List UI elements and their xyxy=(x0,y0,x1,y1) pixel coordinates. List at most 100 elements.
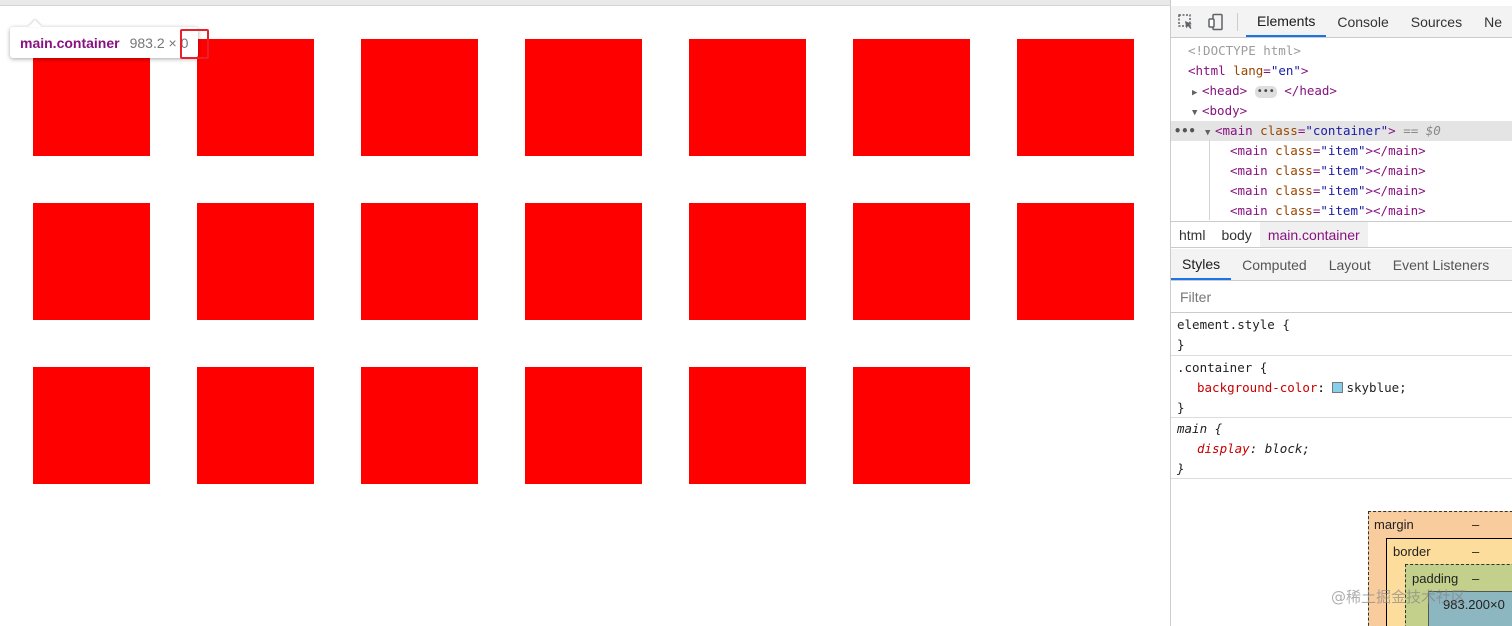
dom-html[interactable]: <html lang="en"> xyxy=(1171,61,1512,81)
item-box xyxy=(1017,39,1134,156)
inspect-element-icon[interactable] xyxy=(1171,7,1201,37)
item-attr-value: "item" xyxy=(1320,163,1366,178)
item-box xyxy=(525,203,642,320)
more-options-icon[interactable]: ••• xyxy=(1174,121,1196,141)
item-close-tag: ></main> xyxy=(1365,143,1426,158)
colon: : xyxy=(1317,380,1333,395)
element-style-selector: element.style { xyxy=(1177,317,1290,332)
item-box xyxy=(197,39,314,156)
tab-styles[interactable]: Styles xyxy=(1171,249,1232,280)
item-box xyxy=(853,39,970,156)
rule-close-brace: } xyxy=(1177,337,1185,352)
item-close-tag: ></main> xyxy=(1365,183,1426,198)
dom-main-item[interactable]: <main class="item"></main> xyxy=(1171,201,1512,220)
tab-console[interactable]: Console xyxy=(1326,6,1399,37)
tooltip-element-name: main.container xyxy=(20,34,120,51)
property-name: background-color xyxy=(1197,380,1318,395)
html-gt: > xyxy=(1300,63,1309,78)
dom-body[interactable]: ▼ <body> xyxy=(1171,101,1512,121)
padding-label: padding xyxy=(1412,571,1459,586)
browser-top-edge xyxy=(0,0,1170,6)
property-value: block; xyxy=(1264,441,1310,456)
item-tag: <main xyxy=(1230,183,1268,198)
rule-main-useragent[interactable]: main { display: block; } xyxy=(1171,418,1512,479)
styles-subtabs: Styles Computed Layout Event Listeners D xyxy=(1171,249,1512,281)
page-viewport: main.container 983.2 × 0 xyxy=(0,0,1170,626)
item-attr: class xyxy=(1275,203,1313,218)
background-color-declaration[interactable]: background-color: skyblue; xyxy=(1177,378,1512,398)
inspect-tooltip: main.container 983.2 × 0 xyxy=(10,27,199,58)
item-attr-value: "item" xyxy=(1320,143,1366,158)
item-close-tag: ></main> xyxy=(1365,203,1426,218)
main-attr-value: "container" xyxy=(1305,123,1389,138)
tooltip-width: 983.2 xyxy=(129,34,165,51)
html-attr: lang xyxy=(1233,63,1264,78)
tab-network[interactable]: Ne xyxy=(1473,6,1512,37)
watermark: @稀土掘金技术社区 xyxy=(1331,588,1467,606)
collapse-triangle-icon[interactable]: ▼ xyxy=(1192,103,1202,123)
tab-elements[interactable]: Elements xyxy=(1246,6,1327,37)
breadcrumb-main-container[interactable]: main.container xyxy=(1259,222,1368,247)
expand-triangle-icon[interactable]: ▶ xyxy=(1192,83,1202,103)
property-value: skyblue; xyxy=(1346,380,1407,395)
item-tag: <main xyxy=(1230,143,1268,158)
selected-marker: == $0 xyxy=(1403,123,1441,138)
item-box xyxy=(853,367,970,484)
item-attr: class xyxy=(1275,143,1313,158)
tab-event-listeners[interactable]: Event Listeners xyxy=(1382,249,1501,280)
item-tag: <main xyxy=(1230,203,1268,218)
dom-main-item[interactable]: <main class="item"></main> xyxy=(1171,181,1512,201)
device-toolbar-icon[interactable] xyxy=(1201,7,1231,37)
html-tag: <html xyxy=(1188,63,1226,78)
border-value: – xyxy=(1472,544,1480,559)
breadcrumb-body[interactable]: body xyxy=(1213,222,1259,247)
ellipsis-icon[interactable]: ••• xyxy=(1254,85,1277,98)
item-box xyxy=(689,367,806,484)
padding-value: – xyxy=(1472,571,1480,586)
rule-container[interactable]: .container { background-color: skyblue; … xyxy=(1171,357,1512,418)
tab-layout[interactable]: Layout xyxy=(1318,249,1382,280)
rule-element-style[interactable]: element.style { } xyxy=(1171,314,1512,356)
item-attr-value: "item" xyxy=(1320,203,1366,218)
dom-head[interactable]: ▶ <head> ••• </head> xyxy=(1171,81,1512,101)
tree-indent-guide xyxy=(1209,140,1210,220)
property-name: display xyxy=(1197,441,1250,456)
devtools-toolbar: Elements Console Sources Ne xyxy=(1171,6,1512,38)
item-box xyxy=(197,203,314,320)
toolbar-separator xyxy=(1237,12,1238,31)
dom-doctype[interactable]: <!DOCTYPE html> xyxy=(1171,41,1512,61)
item-box xyxy=(525,39,642,156)
head-tag: <head> xyxy=(1202,83,1248,98)
breadcrumb-html[interactable]: html xyxy=(1171,222,1213,247)
colon: : xyxy=(1249,441,1265,456)
doctype-text: <!DOCTYPE html> xyxy=(1188,43,1301,58)
item-attr: class xyxy=(1275,183,1313,198)
rule-close-brace: } xyxy=(1177,461,1185,476)
collapse-triangle-icon[interactable]: ▼ xyxy=(1205,123,1215,143)
dom-main-container[interactable]: ••• ▼ <main class="container"> == $0 xyxy=(1171,121,1512,141)
main-attr: class xyxy=(1260,123,1298,138)
item-box xyxy=(361,203,478,320)
item-tag: <main xyxy=(1230,163,1268,178)
filter-placeholder: Filter xyxy=(1180,288,1212,305)
item-attr-value: "item" xyxy=(1320,183,1366,198)
margin-label: margin xyxy=(1374,517,1414,532)
item-box xyxy=(197,367,314,484)
item-attr: class xyxy=(1275,163,1313,178)
html-attr-value: "en" xyxy=(1270,63,1301,78)
color-swatch-icon[interactable] xyxy=(1332,382,1344,393)
dom-main-item[interactable]: <main class="item"></main> xyxy=(1171,161,1512,181)
head-close-tag: </head> xyxy=(1284,83,1337,98)
display-declaration[interactable]: display: block; xyxy=(1177,439,1512,459)
item-box xyxy=(33,203,150,320)
border-label: border xyxy=(1393,544,1431,559)
main-gt: > xyxy=(1388,123,1396,138)
tab-dom-breakpoints[interactable]: D xyxy=(1500,249,1512,280)
item-box xyxy=(33,367,150,484)
item-box xyxy=(525,367,642,484)
tab-computed[interactable]: Computed xyxy=(1231,249,1318,280)
styles-filter-input[interactable]: Filter xyxy=(1171,281,1512,313)
tab-sources[interactable]: Sources xyxy=(1400,6,1473,37)
html-eq: = xyxy=(1263,63,1271,78)
dom-main-item[interactable]: <main class="item"></main> xyxy=(1171,141,1512,161)
